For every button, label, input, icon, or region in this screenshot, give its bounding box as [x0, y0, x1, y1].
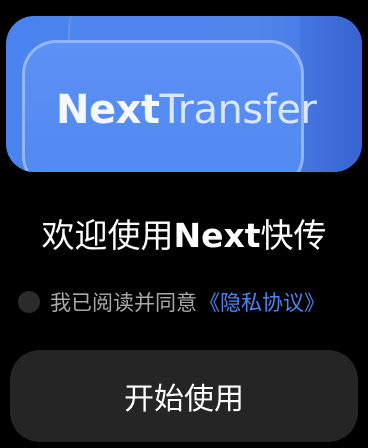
agree-radio-button[interactable] — [18, 291, 40, 313]
logo-word-next: Next — [56, 87, 160, 133]
welcome-suffix: 快传 — [260, 216, 327, 255]
hero-banner: NextTransfer — [6, 16, 362, 172]
privacy-policy-link[interactable]: 《隐私协议》 — [199, 287, 325, 317]
privacy-agreement-row[interactable]: 我已阅读并同意 《隐私协议》 — [18, 288, 325, 316]
app-logo-text: NextTransfer — [56, 84, 317, 136]
start-button-label: 开始使用 — [124, 382, 244, 417]
start-button[interactable]: 开始使用 — [10, 350, 358, 442]
welcome-title: 欢迎使用Next快传 — [0, 212, 368, 260]
logo-word-transfer: Transfer — [159, 87, 317, 133]
welcome-brand: Next — [173, 216, 261, 255]
agree-label: 我已阅读并同意 — [50, 291, 197, 315]
welcome-prefix: 欢迎使用 — [41, 216, 174, 255]
